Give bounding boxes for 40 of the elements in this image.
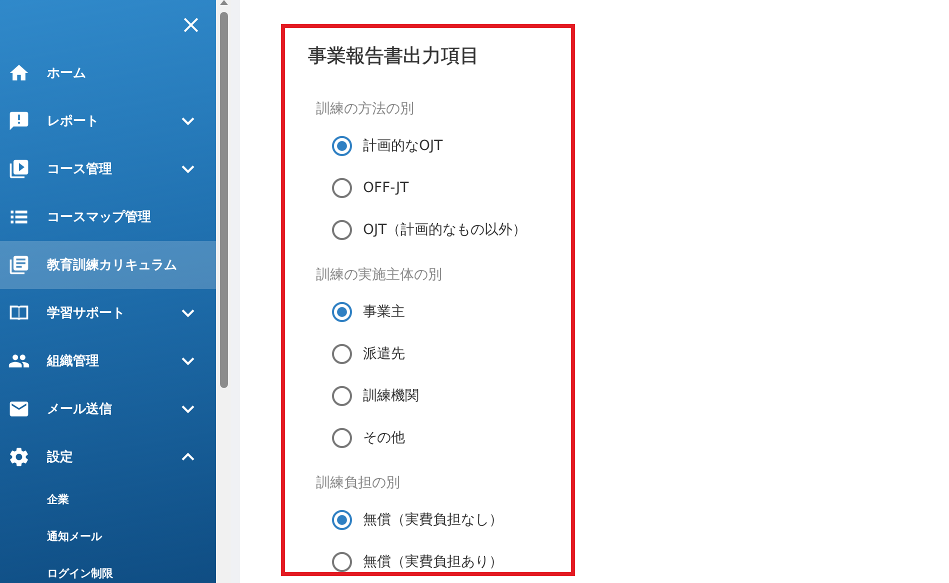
nav-item[interactable]: 学習サポート [0,289,216,337]
nav-item[interactable]: メール送信 [0,385,216,433]
radio-label[interactable]: 訓練機関 [363,387,419,405]
video-library-icon [8,158,30,180]
nav-subitem[interactable]: 通知メール [0,518,216,555]
radio-label[interactable]: OFF-JT [363,180,409,196]
radio-label[interactable]: 事業主 [363,303,405,321]
nav-item[interactable]: コースマップ管理 [0,193,216,241]
radio-button[interactable] [332,178,352,198]
radio-button[interactable] [332,510,352,530]
radio-label[interactable]: 計画的なOJT [363,137,443,155]
nav-item[interactable]: レポート [0,97,216,145]
nav-subitem[interactable]: ログイン制限 [0,555,216,583]
section-label: 訓練の実施主体の別 [316,266,443,285]
radio-button[interactable] [332,386,352,406]
radio-label[interactable]: その他 [363,429,405,447]
comment-alert-icon [8,110,30,132]
section-label: 訓練負担の別 [316,474,401,493]
nav-item[interactable]: 設定 [0,433,216,481]
radio-button[interactable] [332,344,352,364]
radio-button[interactable] [332,428,352,448]
scrollbar-thumb[interactable] [220,12,228,388]
radio-label[interactable]: 派遣先 [363,345,405,363]
radio-label[interactable]: OJT（計画的なもの以外） [363,221,527,239]
scrollbar[interactable] [216,0,231,583]
nav-subitem[interactable]: 企業 [0,481,216,518]
radio-label[interactable]: 無償（実費負担あり） [363,553,503,571]
section-label: 訓練の方法の別 [316,100,415,119]
nav-item[interactable]: 教育訓練カリキュラム [0,241,216,289]
radio-button[interactable] [332,220,352,240]
radio-button[interactable] [332,302,352,322]
nav-item[interactable]: ホーム [0,49,216,97]
panel-title: 事業報告書出力項目 [308,44,480,69]
radio-label[interactable]: 無償（実費負担なし） [363,511,503,529]
radio-button[interactable] [332,136,352,156]
settings-icon [8,446,30,468]
nav-item[interactable]: 組織管理 [0,337,216,385]
radio-button[interactable] [332,552,352,572]
document-stack-icon [8,254,30,276]
nav-item[interactable]: コース管理 [0,145,216,193]
